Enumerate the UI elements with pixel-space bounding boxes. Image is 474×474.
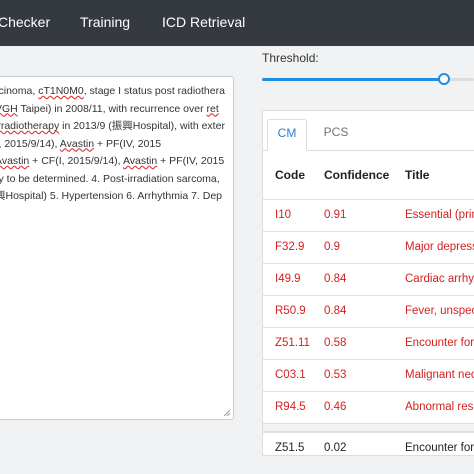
note-line: 興Hospital) 5. Hypertension 6. Arrhythmia…: [0, 188, 233, 206]
cell-confidence: 0.02: [324, 442, 347, 454]
table-row[interactable]: I10 0.91 Essential (prim: [263, 199, 474, 231]
threshold-separator: [263, 423, 474, 432]
spellcheck-word: VGH: [0, 102, 18, 115]
cell-title: Cardiac arrhyt: [405, 273, 474, 285]
spellcheck-word: Avastin: [122, 155, 158, 167]
cell-confidence: 0.84: [324, 273, 347, 285]
spellcheck-word: cT1N0M0: [38, 85, 84, 97]
note-text-segment: ), 2015/9/14),: [0, 137, 60, 150]
note-text-segment: Taipei) in 2008/11, with recurrence over: [17, 102, 207, 115]
cell-confidence: 0.84: [324, 305, 347, 317]
note-text-segment: in 2013/9 (振興Hospital), with exter: [59, 120, 225, 132]
cell-confidence: 0.9: [324, 241, 340, 253]
spellcheck-word: Avastin: [59, 137, 95, 150]
table-row[interactable]: C03.1 0.53 Malignant neo: [263, 359, 474, 391]
cell-code: I10: [275, 209, 291, 221]
cell-title: Encounter for: [405, 337, 474, 349]
cell-title: Encounter for: [405, 442, 474, 454]
cell-code: R94.5: [275, 401, 306, 413]
tab-pcs[interactable]: PCS: [313, 119, 359, 151]
table-row[interactable]: R94.5 0.46 Abnormal resu: [263, 391, 474, 423]
cell-code: F32.9: [275, 241, 305, 253]
cell-title: Malignant neo: [405, 369, 474, 381]
cell-code: I49.9: [275, 273, 301, 285]
note-line: irradiotherapy in 2013/9 (振興Hospital), w…: [0, 118, 233, 136]
clinical-note-textarea[interactable]: rcinoma, cT1N0M0, stage I status post ra…: [0, 76, 234, 420]
note-line: Avastin + CF(I, 2015/9/14), Avastin + PF…: [0, 153, 233, 171]
threshold-label: Threshold:: [262, 51, 319, 65]
table-row[interactable]: I49.9 0.84 Cardiac arrhyt: [263, 263, 474, 295]
cell-title: Fever, unspeci: [405, 305, 474, 317]
spellcheck-word: irradiotherapy: [0, 120, 60, 132]
table-row[interactable]: F32.9 0.9 Major depress: [263, 231, 474, 263]
nav-icd-retrieval[interactable]: ICD Retrieval: [162, 14, 245, 30]
threshold-slider[interactable]: [262, 73, 474, 87]
table-row[interactable]: R50.9 0.84 Fever, unspeci: [263, 295, 474, 327]
cell-code: Z51.11: [275, 337, 310, 349]
note-text-segment: 興Hospital) 5. Hypertension 6. Arrhythmia…: [0, 190, 223, 202]
results-panel: CM PCS Code Confidence Title I10 0.91 Esse…: [262, 110, 474, 456]
code-type-tabs: CM PCS: [263, 111, 474, 151]
table-header: Code Confidence Title: [263, 151, 474, 199]
tab-cm[interactable]: CM: [267, 119, 307, 151]
table-row[interactable]: Z51.5 0.02 Encounter for: [263, 432, 474, 455]
nav-checker[interactable]: Checker: [0, 14, 50, 30]
table-row[interactable]: Z51.11 0.58 Encounter for: [263, 327, 474, 359]
note-line: VGH Taipei) in 2008/11, with recurrence …: [0, 101, 233, 119]
note-text-segment: rcinoma,: [0, 85, 36, 97]
note-text-segment: + PF(IV, 2015: [157, 155, 225, 167]
header-confidence: Confidence: [324, 168, 390, 182]
note-line: ), 2015/9/14), Avastin + PF(IV, 2015: [0, 136, 233, 154]
top-navbar: Checker Training ICD Retrieval: [0, 0, 474, 46]
spellcheck-word: ret: [206, 102, 219, 115]
clinical-note-text: rcinoma, cT1N0M0, stage I status post ra…: [0, 83, 233, 206]
header-title: Title: [405, 168, 430, 182]
note-text-segment: + PF(IV, 2015: [94, 137, 162, 150]
cell-title: Major depress: [405, 241, 474, 253]
slider-thumb[interactable]: [438, 73, 451, 85]
spellcheck-word: Avastin: [0, 155, 30, 167]
note-text-segment: + CF(I, 2015/9/14),: [29, 155, 123, 167]
header-code: Code: [275, 168, 305, 182]
cell-code: Z51.5: [275, 442, 305, 454]
nav-training[interactable]: Training: [80, 14, 130, 30]
cell-confidence: 0.91: [324, 209, 347, 221]
cell-confidence: 0.58: [324, 337, 347, 349]
note-text-segment: ry to be determined. 4. Post-irradiation…: [0, 172, 220, 185]
cell-code: R50.9: [275, 305, 306, 317]
resize-handle-icon[interactable]: [223, 409, 231, 417]
cell-confidence: 0.46: [324, 401, 347, 413]
cell-title: Abnormal resu: [405, 401, 474, 413]
cell-confidence: 0.53: [324, 369, 347, 381]
note-line: rcinoma, cT1N0M0, stage I status post ra…: [0, 83, 233, 101]
cell-code: C03.1: [275, 369, 306, 381]
note-text-segment: , stage I status post radiothera: [83, 85, 225, 97]
cell-title: Essential (prim: [405, 209, 474, 221]
slider-fill: [262, 78, 445, 81]
note-line: ry to be determined. 4. Post-irradiation…: [0, 171, 233, 189]
